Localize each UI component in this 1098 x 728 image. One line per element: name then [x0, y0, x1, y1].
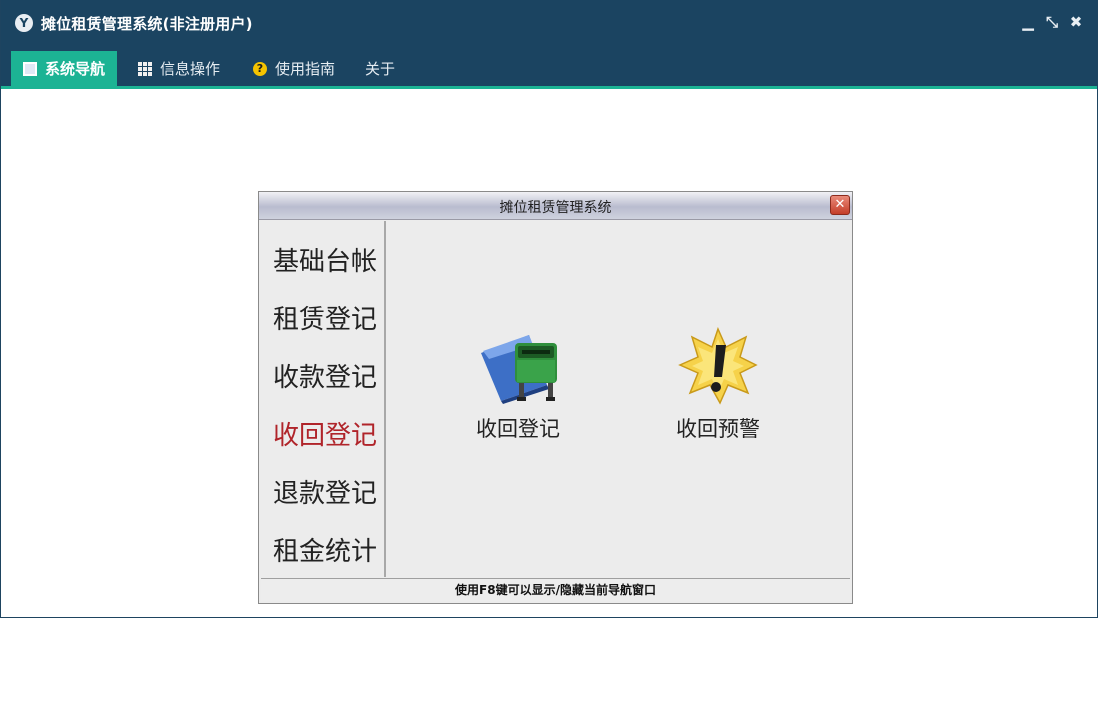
window-controls: ▁ ⤡ ✖ — [1019, 11, 1085, 35]
restore-button[interactable]: ⤡ — [1043, 11, 1061, 33]
menu-item-label: 系统导航 — [45, 60, 106, 78]
nav-item-payment-register[interactable]: 收款登记 — [273, 357, 377, 394]
feature-label: 收回预警 — [676, 417, 760, 441]
dialog-title-bar: 摊位租赁管理系统 ✕ — [259, 192, 852, 220]
dialog-content-panel: 收回登记 收回预警 — [388, 221, 850, 577]
minimize-button[interactable]: ▁ — [1019, 11, 1037, 33]
dialog-status-bar: 使用F8键可以显示/隐藏当前导航窗口 — [261, 578, 850, 601]
dialog-close-button[interactable]: ✕ — [830, 195, 850, 215]
menu-bar: 系统导航 信息操作 ? 使用指南 关于 — [1, 46, 1097, 89]
recycle-bin-icon — [481, 335, 557, 404]
close-button[interactable]: ✖ — [1067, 11, 1085, 33]
navigation-dialog: 摊位租赁管理系统 ✕ 基础台帐 租赁登记 收款登记 收回登记 退款登记 租金统计 — [258, 191, 853, 604]
app-logo-icon: Y — [15, 14, 33, 32]
nav-item-recovery-register[interactable]: 收回登记 — [273, 415, 377, 452]
screen-icon — [23, 61, 37, 76]
dialog-title: 摊位租赁管理系统 — [499, 200, 612, 216]
menu-item-info-ops[interactable]: 信息操作 — [126, 51, 232, 86]
menu-item-label: 信息操作 — [160, 60, 221, 78]
grid-icon — [138, 61, 152, 76]
app-window: Y 摊位租赁管理系统(非注册用户) ▁ ⤡ ✖ 系统导航 信息操作 ? 使用指南… — [0, 0, 1098, 618]
nav-item-rent-statistics[interactable]: 租金统计 — [273, 531, 377, 568]
menu-item-label: 使用指南 — [275, 60, 336, 78]
warning-burst-icon — [678, 326, 758, 405]
app-title: 摊位租赁管理系统(非注册用户) — [41, 15, 253, 33]
menu-item-user-guide[interactable]: ? 使用指南 — [241, 51, 347, 86]
menu-item-system-nav[interactable]: 系统导航 — [11, 51, 118, 86]
nav-item-refund-register[interactable]: 退款登记 — [273, 473, 377, 510]
menu-item-label: 关于 — [365, 60, 396, 78]
title-bar: Y 摊位租赁管理系统(非注册用户) ▁ ⤡ ✖ — [1, 0, 1097, 46]
nav-item-lease-register[interactable]: 租赁登记 — [273, 299, 377, 336]
dialog-nav-panel: 基础台帐 租赁登记 收款登记 收回登记 退款登记 租金统计 — [261, 221, 386, 577]
help-icon: ? — [253, 61, 267, 76]
nav-item-basic-ledger[interactable]: 基础台帐 — [273, 241, 377, 278]
menu-item-about[interactable]: 关于 — [353, 51, 407, 86]
feature-label: 收回登记 — [476, 417, 560, 441]
feature-recovery-warning[interactable]: 收回预警 — [653, 326, 783, 443]
feature-recovery-register[interactable]: 收回登记 — [453, 327, 583, 443]
